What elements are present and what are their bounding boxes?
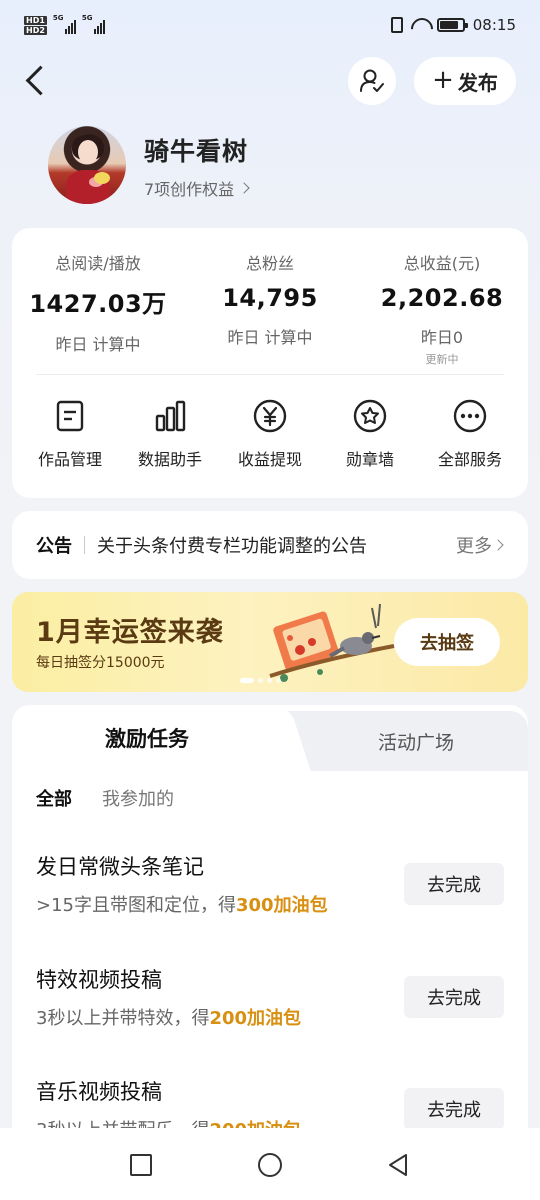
tool-data[interactable]: 数据助手: [120, 398, 220, 470]
system-nav-bar: [0, 1128, 540, 1200]
bar-chart-icon: [152, 398, 188, 434]
stat-label: 总粉丝: [245, 254, 294, 273]
stat-value: 2,202.68: [380, 284, 504, 312]
divider: [36, 374, 504, 375]
stats-card: 总阅读/播放 1427.03万 昨日 计算中 总粉丝 14,795 昨日 计算中…: [12, 228, 528, 498]
stat-label: 总阅读/播放: [55, 254, 141, 273]
tool-medals[interactable]: 勋章墙: [320, 398, 420, 470]
tasks-panel: 活动广场 激励任务 全部 我参加的 发日常微头条笔记 >15字且带图和定位，得3…: [12, 705, 528, 1135]
more-label: 更多: [456, 536, 492, 557]
lucky-draw-banner[interactable]: 1月幸运签来袭 每日抽签分15000元 去抽签: [12, 592, 528, 692]
user-check-icon: [360, 69, 384, 92]
complete-button[interactable]: 去完成: [404, 976, 504, 1018]
publish-button[interactable]: + 发布: [414, 57, 516, 105]
task-filters: 全部 我参加的: [36, 785, 174, 811]
user-check-button[interactable]: [348, 57, 396, 105]
tab-label: 激励任务: [105, 727, 189, 751]
status-bar: HD1 HD2 5G 5G 08:15: [0, 0, 540, 56]
back-arrow-icon[interactable]: [22, 64, 52, 98]
task-item: 特效视频投稿 3秒以上并带特效，得200加油包 去完成: [36, 964, 504, 1034]
announcement-tag: 公告: [36, 536, 72, 557]
stat-fans[interactable]: 总粉丝 14,795 昨日 计算中: [184, 250, 356, 348]
signal-icon: 5G: [53, 14, 76, 34]
tool-label: 作品管理: [37, 450, 102, 469]
bird-illustration: [269, 603, 395, 682]
more-link[interactable]: 更多: [456, 532, 504, 558]
task-tabs: 活动广场 激励任务: [12, 705, 528, 771]
stat-income[interactable]: 总收益(元) 2,202.68 昨日0 更新中: [356, 250, 528, 367]
filter-all[interactable]: 全部: [36, 785, 72, 811]
tool-label: 全部服务: [437, 450, 502, 469]
recents-icon[interactable]: [130, 1154, 152, 1176]
tool-works[interactable]: 作品管理: [20, 398, 120, 470]
stat-value: 14,795: [222, 284, 318, 312]
draw-button[interactable]: 去抽签: [394, 618, 500, 666]
wifi-icon: [411, 18, 429, 32]
medal-icon: [352, 398, 388, 434]
chevron-right-icon: [238, 182, 250, 194]
publish-label: 发布: [457, 70, 498, 95]
announcement-bar[interactable]: 公告 关于头条付费专栏功能调整的公告 更多: [12, 511, 528, 579]
filter-joined[interactable]: 我参加的: [102, 785, 174, 811]
banner-subtitle: 每日抽签分15000元: [36, 655, 165, 671]
task-item: 音乐视频投稿 3秒以上并带配乐，得200加油包 去完成: [36, 1076, 504, 1135]
announcement-text[interactable]: 关于头条付费专栏功能调整的公告: [97, 532, 456, 558]
tab-incentive-tasks[interactable]: 激励任务: [12, 705, 282, 771]
stat-value: 1427.03万: [29, 290, 167, 318]
banner-title: 1月幸运签来袭: [36, 617, 224, 648]
tab-activity-plaza[interactable]: 活动广场: [274, 711, 528, 771]
stat-sub: 昨日 计算中: [227, 328, 313, 347]
divider: [84, 536, 85, 554]
more-dots-icon: [452, 398, 488, 434]
signal-icon-2: 5G: [82, 14, 105, 34]
tool-label: 收益提现: [237, 450, 302, 469]
nickname[interactable]: 骑牛看树: [144, 132, 248, 168]
document-icon: [52, 398, 88, 434]
tool-label: 勋章墙: [345, 450, 394, 469]
stat-reads[interactable]: 总阅读/播放 1427.03万 昨日 计算中: [12, 250, 184, 355]
avatar[interactable]: [48, 126, 126, 204]
task-reward: 300加油包: [236, 895, 328, 916]
back-triangle-icon[interactable]: [386, 1152, 410, 1178]
carousel-dots: [240, 678, 281, 683]
tool-all-services[interactable]: 全部服务: [420, 398, 520, 470]
plus-icon: +: [432, 65, 454, 95]
hd-indicator: HD1 HD2: [24, 16, 47, 35]
complete-button[interactable]: 去完成: [404, 863, 504, 905]
stat-label: 总收益(元): [403, 254, 481, 273]
clock: 08:15: [472, 16, 516, 34]
stat-sub-note: 更新中: [425, 353, 459, 366]
task-item: 发日常微头条笔记 >15字且带图和定位，得300加油包 去完成: [36, 851, 504, 921]
home-icon[interactable]: [258, 1153, 282, 1177]
task-reward: 200加油包: [209, 1008, 302, 1029]
complete-button[interactable]: 去完成: [404, 1088, 504, 1130]
creator-rights-label: 7项创作权益: [144, 180, 235, 199]
creator-rights-link[interactable]: 7项创作权益: [144, 176, 250, 200]
tool-label: 数据助手: [137, 450, 202, 469]
vibrate-icon: [390, 17, 403, 33]
yuan-icon: [252, 398, 288, 434]
stat-sub: 昨日 计算中: [55, 335, 141, 354]
stat-sub: 昨日0: [420, 328, 464, 347]
battery-icon: [436, 18, 468, 32]
chevron-right-icon: [492, 539, 504, 551]
tool-withdraw[interactable]: 收益提现: [220, 398, 320, 470]
